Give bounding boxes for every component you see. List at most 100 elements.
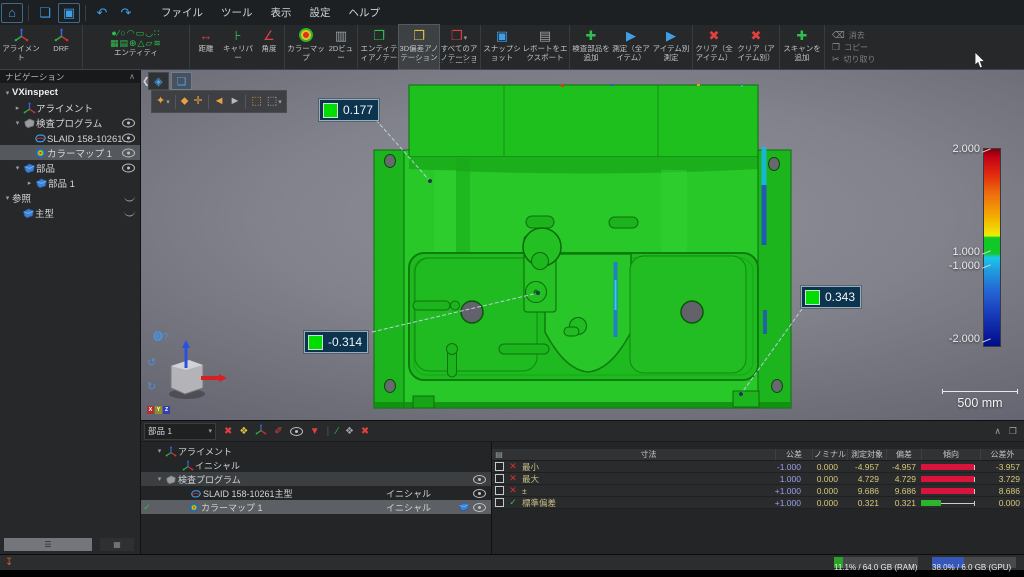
filter-icon[interactable]: ▼ (310, 426, 320, 437)
toolbar-button-copy[interactable]: ❐ コピー (832, 42, 876, 53)
toolbar-button-entity-annotation[interactable]: ❐ エンティティアノテーション (359, 25, 399, 69)
tree-item-slaid-mesh[interactable]: SLAID 158-10261主型 (0, 130, 140, 145)
row-checkbox[interactable] (495, 486, 504, 495)
tree-item-part-1[interactable]: ▸ 部品 1 (0, 175, 140, 190)
visibility-eye-icon[interactable] (473, 475, 486, 484)
menu-help[interactable]: ヘルプ (340, 1, 390, 24)
view-cube-icon[interactable]: ✦▾ (156, 96, 170, 107)
toolbar-button-distance[interactable]: ↔ 距離 (191, 25, 221, 69)
results-tree-inspection-program[interactable]: ▾ 検査プログラム (141, 472, 491, 486)
deviation-annotation-3[interactable]: 0.343 (801, 286, 861, 308)
new-file-icon[interactable]: ❏ (34, 3, 56, 23)
grid-view-mode-button[interactable]: ▦ (100, 538, 134, 551)
download-status-icon[interactable]: ↧ (5, 558, 13, 568)
collapse-results-icon[interactable]: ∧ (994, 426, 1001, 437)
toolbar-entity-palette[interactable]: ●∕○◠▭◡∷ ▦▤⊕△▱≋ エンティティ (84, 25, 188, 69)
tree-item-master-model[interactable]: 主型 (0, 205, 140, 220)
entities-icon[interactable]: ❖ (239, 426, 248, 437)
menu-settings[interactable]: 設定 (301, 1, 340, 24)
toolbar-button-add-inspected-part[interactable]: ✚ 検査部品を追加 (571, 25, 611, 69)
measure-line-icon[interactable]: ∕ (336, 426, 338, 437)
save-icon[interactable]: ▣ (58, 3, 80, 23)
tree-item-inspection-program[interactable]: ▾ 検査プログラム (0, 115, 140, 130)
table-row-plusminus[interactable]: ✕ ± +1.000 0.000 9.686 9.686 8.686 (492, 485, 1024, 497)
results-tree-slaid-mesh[interactable]: SLAID 158-10261主型 イニシャル (141, 486, 491, 500)
deviation-annotation-1[interactable]: 0.177 (319, 99, 379, 121)
delete-item-icon[interactable]: ✖ (224, 426, 232, 437)
axis-cube-icon[interactable] (153, 338, 229, 408)
toolbar-button-add-scan[interactable]: ✚ スキャンを追加 (781, 25, 823, 69)
orientation-gizmo[interactable]: 🄌? ↺ ↻ X Y Z (147, 328, 223, 414)
toolbar-button-caliper[interactable]: ⊦ キャリパー (221, 25, 255, 69)
table-row-maximum[interactable]: ✕ 最大 1.000 0.000 4.729 4.729 3.729 (492, 473, 1024, 485)
deviation-annotation-2[interactable]: -0.314 (304, 331, 368, 353)
scanned-part-3d-model[interactable] (141, 70, 1024, 420)
toolbar-button-delete[interactable]: ⌫ 消去 (832, 30, 876, 41)
rotate-right-icon[interactable]: ► (230, 96, 241, 107)
menu-tools[interactable]: ツール (212, 1, 262, 24)
rotate-left-icon[interactable]: ◄ (214, 96, 225, 107)
shapes-icon[interactable]: ❖ (345, 426, 354, 437)
mesh-view-toggle[interactable]: ❏ (171, 72, 192, 90)
selection-rect-icon[interactable]: ⬚▾ (267, 96, 282, 107)
tree-item-alignment[interactable]: ▸ アライメント (0, 100, 140, 115)
toolbar-button-3d-deviation-annotation[interactable]: ❐ 3D偏差アノテーションを (399, 25, 439, 69)
row-checkbox[interactable] (495, 498, 504, 507)
toolbar-button-drf[interactable]: DRF (41, 25, 81, 69)
clear-icon[interactable]: ✖ (361, 426, 369, 437)
visibility-eye-closed-icon[interactable] (124, 209, 135, 216)
toolbar-button-angle[interactable]: ∠ 角度 (255, 25, 283, 69)
visibility-eye-icon[interactable] (473, 503, 486, 512)
visibility-eye-icon[interactable] (122, 133, 135, 142)
toolbar-button-2d-view[interactable]: ▥ 2Dビュー (326, 25, 356, 69)
tree-item-references[interactable]: ▾ 参照 (0, 190, 140, 205)
import-icon[interactable]: ↶ (91, 3, 113, 23)
toolbar-button-snapshot[interactable]: ▣ スナップショット (482, 25, 522, 69)
visibility-eye-icon[interactable] (473, 489, 486, 498)
visibility-eye-icon[interactable] (122, 163, 135, 172)
selection-lasso-icon[interactable]: ⬚ (251, 96, 261, 107)
expander-icon[interactable]: ▾ (13, 119, 22, 127)
toolbar-button-clear-per-item[interactable]: ✖ クリア（アイテム別） (734, 25, 778, 69)
tree-item-colormap[interactable]: カラーマップ 1 (0, 145, 140, 160)
table-row-std-deviation[interactable]: ✓ 標準偏差 +1.000 0.000 0.321 0.321 0.000 (492, 497, 1024, 509)
toolbar-button-measure-per-item[interactable]: ▶ アイテム別測定 (651, 25, 691, 69)
row-checkbox[interactable] (495, 474, 504, 483)
menu-view[interactable]: 表示 (262, 1, 301, 24)
shaded-view-toggle[interactable]: ◈ (148, 72, 169, 90)
expander-icon[interactable]: ▸ (13, 104, 22, 112)
visibility-eye-icon[interactable] (290, 427, 303, 436)
expander-icon[interactable]: ▾ (155, 475, 164, 483)
popout-panel-icon[interactable]: ❐ (1009, 426, 1017, 437)
zoom-target-icon[interactable]: ✛ (193, 96, 202, 107)
toolbar-button-cut[interactable]: ✂ 切り取り (832, 54, 876, 65)
tree-view-mode-button[interactable]: ☰ (4, 538, 92, 551)
toolbar-button-alignment[interactable]: アライメント (1, 25, 41, 69)
results-tree-initial[interactable]: イニシャル (141, 458, 491, 472)
expander-icon[interactable]: ▾ (3, 194, 12, 202)
home-icon[interactable]: ⌂ (1, 3, 23, 23)
toolbar-button-colormap[interactable]: カラーマップ (286, 25, 326, 69)
row-checkbox[interactable] (495, 462, 504, 471)
part-selector-dropdown[interactable]: 部品 1 ▾ (144, 423, 216, 440)
toolbar-button-clear-all[interactable]: ✖ クリア（全アイテム） (694, 25, 734, 69)
table-row-minimum[interactable]: ✕ 最小 -1.000 0.000 -4.957 -4.957 -3.957 (492, 461, 1024, 473)
zoom-fit-icon[interactable]: ⬥ (181, 96, 189, 107)
tree-item-parts[interactable]: ▾ 部品 (0, 160, 140, 175)
results-tree-alignment[interactable]: ▾ アライメント (141, 444, 491, 458)
toolbar-button-close-all-annotations[interactable]: ❐▾ すべてのアノテーションを閉じる (439, 25, 479, 69)
visibility-eye-icon[interactable] (122, 148, 135, 157)
visibility-eye-icon[interactable] (122, 118, 135, 127)
collapse-panel-icon[interactable]: ∧ (129, 72, 135, 81)
toolbar-button-export-report[interactable]: ▤ レポートをエクスポート (522, 25, 568, 69)
menu-file[interactable]: ファイル (152, 1, 212, 24)
brush-icon[interactable]: ✐ (274, 426, 282, 437)
results-tree-colormap[interactable]: ✓ カラーマップ 1 イニシャル (141, 500, 491, 514)
toolbar-button-measure-all[interactable]: ▶ 測定（全アイテム） (611, 25, 651, 69)
export-icon[interactable]: ↷ (115, 3, 137, 23)
tree-item-vxinspect[interactable]: ▾ VXinspect (0, 85, 140, 100)
expander-icon[interactable]: ▾ (13, 164, 22, 172)
3d-viewport[interactable]: ❮ (141, 70, 1024, 420)
alignment-icon[interactable] (255, 424, 267, 438)
expander-icon[interactable]: ▾ (3, 89, 12, 97)
